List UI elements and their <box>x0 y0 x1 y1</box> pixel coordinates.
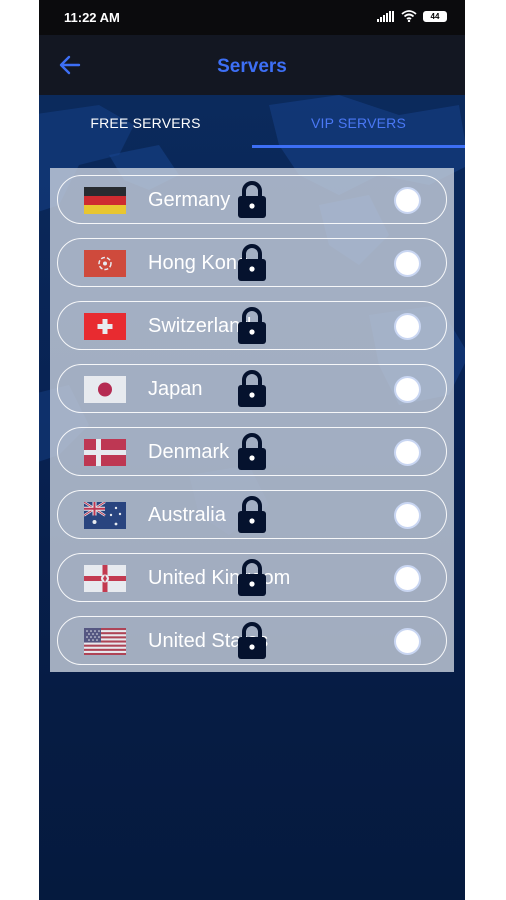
status-bar: 11:22 AM 44 <box>39 0 465 35</box>
united-states-flag-icon <box>84 628 126 655</box>
lock-icon <box>238 181 266 218</box>
server-row-germany[interactable]: Germany <box>57 175 447 224</box>
wifi-icon <box>401 10 417 22</box>
content-area: FREE SERVERS VIP SERVERS Germany Hong Ko… <box>39 95 465 900</box>
hong-kong-flag-icon <box>84 250 126 277</box>
country-name: Denmark <box>148 441 230 463</box>
tab-indicator <box>252 145 465 148</box>
country-name: Australia <box>148 504 226 526</box>
server-row-australia[interactable]: Australia <box>57 490 447 539</box>
radio-button[interactable] <box>394 187 421 214</box>
page-title: Servers <box>217 56 287 77</box>
japan-flag-icon <box>84 376 126 403</box>
australia-flag-icon <box>84 502 126 529</box>
status-icons: 44 <box>377 10 447 22</box>
app-bar: Servers <box>39 35 465 95</box>
germany-flag-icon <box>84 187 126 214</box>
tab-bar: FREE SERVERS VIP SERVERS <box>39 95 465 148</box>
lock-icon <box>238 433 266 470</box>
country-name: Germany <box>148 189 231 211</box>
lock-icon <box>238 244 266 281</box>
signal-icon <box>377 10 394 22</box>
server-list: Germany Hong Kong Switzerland Japan Denm… <box>50 168 454 672</box>
radio-button[interactable] <box>394 376 421 403</box>
country-name: Japan <box>148 378 203 400</box>
radio-button[interactable] <box>394 313 421 340</box>
radio-button[interactable] <box>394 565 421 592</box>
radio-button[interactable] <box>394 628 421 655</box>
lock-icon <box>238 496 266 533</box>
tab-free-servers[interactable]: FREE SERVERS <box>39 95 252 147</box>
arrow-left-icon <box>59 55 81 75</box>
radio-button[interactable] <box>394 439 421 466</box>
lock-icon <box>238 370 266 407</box>
status-time: 11:22 AM <box>64 10 120 25</box>
server-row-japan[interactable]: Japan <box>57 364 447 413</box>
country-name: Hong Kong <box>148 252 249 274</box>
lock-icon <box>238 622 266 659</box>
northern-ireland-flag-icon <box>84 565 126 592</box>
switzerland-flag-icon <box>84 313 126 340</box>
tab-vip-servers[interactable]: VIP SERVERS <box>252 95 465 147</box>
radio-button[interactable] <box>394 250 421 277</box>
server-row-united-states[interactable]: United States <box>57 616 447 665</box>
lock-icon <box>238 559 266 596</box>
country-name: United Kingdom <box>148 567 291 589</box>
battery-icon: 44 <box>423 10 447 22</box>
back-button[interactable] <box>55 50 85 80</box>
server-row-switzerland[interactable]: Switzerland <box>57 301 447 350</box>
denmark-flag-icon <box>84 439 126 466</box>
server-row-denmark[interactable]: Denmark <box>57 427 447 476</box>
server-row-hong-kong[interactable]: Hong Kong <box>57 238 447 287</box>
lock-icon <box>238 307 266 344</box>
server-row-united-kingdom[interactable]: United Kingdom <box>57 553 447 602</box>
phone-screen: 11:22 AM 44 Servers FREE SERVERS VIP SER… <box>39 0 465 900</box>
radio-button[interactable] <box>394 502 421 529</box>
